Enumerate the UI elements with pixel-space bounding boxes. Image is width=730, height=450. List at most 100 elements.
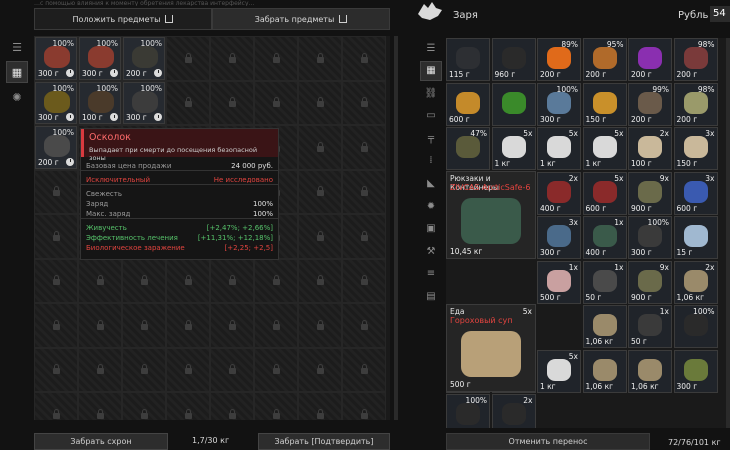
inventory-item[interactable]: 1x 50 г xyxy=(582,260,627,304)
grenade-icon[interactable]: ✹ xyxy=(420,196,442,216)
inventory-item[interactable]: 95% 200 г xyxy=(582,38,627,81)
inventory-item[interactable]: 300 г xyxy=(673,349,718,393)
inventory-item[interactable]: 5x 1 кг xyxy=(537,127,581,170)
inventory-item[interactable]: 960 г xyxy=(491,38,536,81)
stash-slot[interactable]: 100% 200 г xyxy=(34,125,78,170)
stash-slot[interactable] xyxy=(166,258,210,303)
link-icon[interactable]: ⛓ xyxy=(420,83,442,103)
stash-slot[interactable] xyxy=(342,258,386,303)
tools-icon[interactable]: ⚒ xyxy=(420,241,442,261)
stash-slot[interactable] xyxy=(210,36,254,81)
pages-icon[interactable]: ≡ xyxy=(420,264,442,284)
stash-slot[interactable]: 100% 200 г xyxy=(122,36,166,81)
inventory-item[interactable]: 5x 1 кг xyxy=(491,127,536,170)
stash-slot[interactable] xyxy=(254,392,298,420)
stash-slot[interactable] xyxy=(34,303,78,348)
inventory-item[interactable]: 99% 200 г xyxy=(628,82,672,126)
stash-slot[interactable] xyxy=(210,80,254,125)
tab-put-items[interactable]: Положить предметы xyxy=(34,8,212,30)
bottle-icon[interactable]: ▣ xyxy=(420,219,442,239)
inventory-item[interactable]: 100% xyxy=(673,305,718,348)
inventory-item[interactable]: 1,06 кг xyxy=(628,349,672,393)
stash-slot[interactable] xyxy=(210,303,254,348)
stash-slot[interactable] xyxy=(342,125,386,170)
stash-slot[interactable] xyxy=(34,347,78,392)
stash-slot[interactable]: 100% 300 г xyxy=(34,80,78,125)
inventory-item[interactable]: 1x 50 г xyxy=(628,305,672,348)
inventory-item[interactable]: 150 г xyxy=(582,82,627,126)
stash-slot[interactable] xyxy=(298,347,342,392)
inventory-item[interactable]: 115 г xyxy=(446,38,490,81)
stash-slot[interactable]: 100% 300 г xyxy=(122,80,166,125)
stash-slot[interactable] xyxy=(298,169,342,214)
stash-slot[interactable] xyxy=(122,347,166,392)
list-icon[interactable]: ☰ xyxy=(420,38,442,58)
stash-slot[interactable] xyxy=(298,303,342,348)
inventory-item[interactable]: 5x 1 кг xyxy=(537,349,581,393)
inventory-grid[interactable]: 115 г 960 г 89% 200 г 95% 200 г 200 г 98% 200 г 6… xyxy=(446,38,730,428)
inventory-item[interactable]: 9x 900 г xyxy=(628,260,672,304)
inventory-item[interactable]: 600 г xyxy=(446,82,490,126)
stash-slot[interactable] xyxy=(298,80,342,125)
inventory-item[interactable]: 2x xyxy=(491,394,536,428)
inventory-item[interactable]: 98% 200 г xyxy=(673,82,718,126)
grid-icon[interactable]: ▦ xyxy=(420,60,442,81)
category-card[interactable]: Еда Гороховый суп 5x 500 г xyxy=(446,304,536,392)
pistol-icon[interactable]: ◣ xyxy=(420,174,442,194)
inventory-item[interactable]: 2x 100 г xyxy=(628,127,672,170)
tab-take-items[interactable]: Забрать предметы xyxy=(212,8,390,30)
stash-slot[interactable] xyxy=(166,36,210,81)
category-card[interactable]: Рюкзаки и Контейнеры ZIVCAS ArcticSafe-6 1… xyxy=(446,171,536,259)
stash-slot[interactable] xyxy=(166,303,210,348)
stash-slot[interactable] xyxy=(34,169,78,214)
inventory-item[interactable]: 98% 200 г xyxy=(673,38,718,81)
stash-slot[interactable] xyxy=(210,258,254,303)
stash-slot[interactable] xyxy=(122,258,166,303)
stash-slot[interactable] xyxy=(166,347,210,392)
inventory-item[interactable] xyxy=(491,82,536,126)
stash-slot[interactable] xyxy=(342,347,386,392)
stash-slot[interactable] xyxy=(34,214,78,259)
stash-item[interactable]: 100% 200 г xyxy=(35,126,77,169)
rifle-icon[interactable]: ╤ xyxy=(420,128,442,148)
take-stash-button[interactable]: Забрать схрон xyxy=(34,433,168,450)
stash-item[interactable]: 100% 100 г xyxy=(79,81,121,124)
stash-slot[interactable] xyxy=(122,392,166,420)
inventory-item[interactable]: 1,06 кг xyxy=(582,305,627,348)
inventory-item[interactable]: 100% 300 г xyxy=(537,82,581,126)
stash-slot[interactable] xyxy=(34,392,78,420)
cancel-transfer-button[interactable]: Отменить перенос xyxy=(446,433,650,450)
stash-item[interactable]: 100% 300 г xyxy=(35,37,77,80)
inventory-item[interactable]: 100% xyxy=(446,394,490,428)
stash-slot[interactable] xyxy=(342,80,386,125)
stash-slot[interactable] xyxy=(254,347,298,392)
stash-item[interactable]: 100% 300 г xyxy=(79,37,121,80)
stash-slot[interactable] xyxy=(298,214,342,259)
inventory-item[interactable]: 3x 150 г xyxy=(673,127,718,170)
stash-slot[interactable] xyxy=(342,214,386,259)
inventory-item[interactable]: 3x 600 г xyxy=(673,171,718,215)
ammo-icon[interactable]: ⁞ xyxy=(420,151,442,171)
backpack-icon[interactable]: ▭ xyxy=(420,106,442,126)
inventory-item[interactable]: 89% 200 г xyxy=(537,38,581,81)
inventory-item[interactable]: 47% xyxy=(446,127,490,170)
stash-slot[interactable]: 100% 100 г xyxy=(78,80,122,125)
inventory-item[interactable]: 5x 1 кг xyxy=(582,127,627,170)
inventory-item[interactable]: 200 г xyxy=(628,38,672,81)
stash-slot[interactable] xyxy=(342,392,386,420)
stash-scrollbar[interactable] xyxy=(394,36,398,420)
stash-slot[interactable] xyxy=(166,392,210,420)
inventory-item[interactable]: 3x 300 г xyxy=(537,216,581,259)
stash-slot[interactable] xyxy=(34,258,78,303)
stash-slot[interactable] xyxy=(342,36,386,81)
stash-slot[interactable] xyxy=(78,347,122,392)
stash-slot[interactable] xyxy=(298,125,342,170)
stash-slot[interactable] xyxy=(298,258,342,303)
stash-slot[interactable] xyxy=(298,36,342,81)
inventory-item[interactable]: 15 г xyxy=(673,216,718,259)
stash-slot[interactable] xyxy=(342,169,386,214)
stash-item[interactable]: 100% 300 г xyxy=(35,81,77,124)
list-icon[interactable]: ☰ xyxy=(6,36,28,58)
stash-slot[interactable] xyxy=(298,392,342,420)
inventory-item[interactable]: 1x 500 г xyxy=(537,260,581,304)
